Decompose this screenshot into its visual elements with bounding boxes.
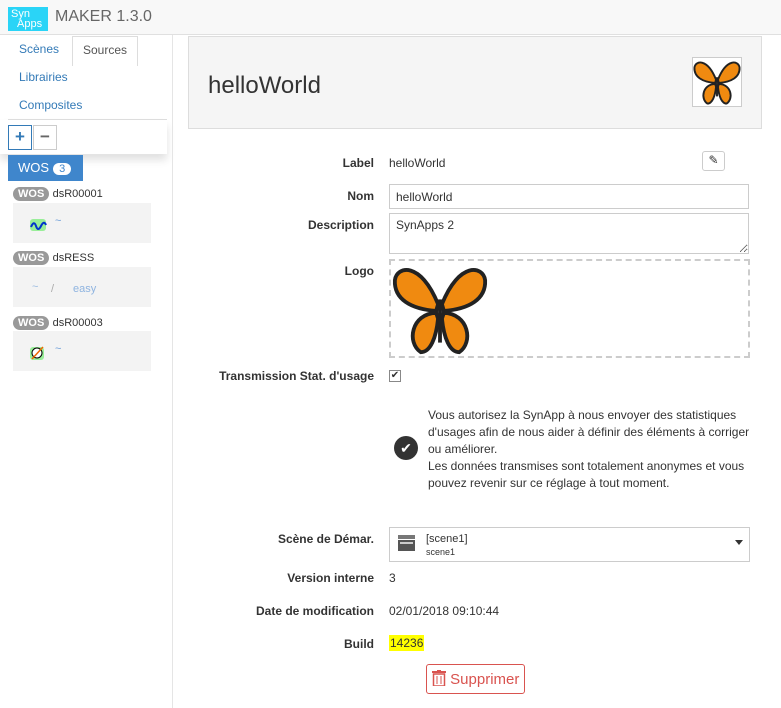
- chevron-down-icon: [735, 540, 743, 545]
- build-value: 14236: [389, 635, 425, 651]
- group-label: WOS: [18, 160, 50, 175]
- gauge-icon: [30, 346, 44, 360]
- nom-input[interactable]: [389, 184, 749, 209]
- source-header[interactable]: WOS dsRESS: [13, 250, 95, 265]
- top-bar: Syn Apps MAKER 1.3.0: [0, 0, 781, 35]
- tab-librairies[interactable]: Librairies: [19, 70, 68, 84]
- date-value: 02/01/2018 09:10:44: [389, 604, 500, 618]
- butterfly-icon: [693, 61, 741, 105]
- label-value: helloWorld: [389, 156, 446, 170]
- scene-label: Scène de Démar.: [277, 532, 374, 546]
- add-button[interactable]: +: [8, 125, 32, 150]
- version-label: Version interne: [287, 571, 374, 585]
- logo-dropzone[interactable]: [389, 259, 750, 358]
- separator: /: [51, 283, 55, 295]
- source-header[interactable]: WOS dsR00003: [13, 315, 103, 330]
- build-label: Build: [344, 637, 374, 651]
- logo-label: Logo: [344, 264, 374, 278]
- wave-icon: [30, 219, 47, 231]
- scene-title: [scene1]: [426, 533, 468, 545]
- scene-subtitle: scene1: [426, 547, 456, 557]
- nom-label: Nom: [347, 189, 374, 203]
- transmission-label: Transmission Stat. d'usage: [219, 369, 374, 383]
- wos-group-button[interactable]: WOS 3: [8, 155, 83, 181]
- tab-composites[interactable]: Composites: [19, 98, 82, 112]
- tab-sources[interactable]: Sources: [72, 36, 138, 66]
- source-card[interactable]: ~: [13, 203, 151, 243]
- scene-select[interactable]: [scene1] scene1: [389, 527, 750, 562]
- source-detail: ~: [55, 215, 62, 227]
- info-line: ou améliorer.: [428, 442, 498, 456]
- info-line: Les données transmises sont totalement a…: [428, 459, 745, 473]
- divider: [172, 35, 173, 708]
- source-detail: ~: [55, 343, 62, 355]
- info-line: Vous autorisez la SynApp à nous envoyer …: [428, 408, 737, 422]
- transmission-checkbox[interactable]: ✔: [389, 370, 401, 382]
- label-label: Label: [342, 156, 374, 170]
- synapps-logo: Syn Apps: [8, 7, 48, 31]
- source-name: dsRESS: [52, 252, 95, 264]
- delete-label: Supprimer: [450, 671, 520, 688]
- info-line: pouvez revenir sur ce réglage à tout mom…: [428, 476, 670, 490]
- logo-text-2: Apps: [17, 18, 43, 30]
- divider: [8, 119, 167, 120]
- logo-thumbnail: [692, 57, 742, 107]
- description-textarea[interactable]: SynApps 2: [389, 213, 749, 254]
- trash-icon: [432, 670, 446, 687]
- check-circle-icon: ✔: [394, 436, 418, 460]
- source-extra: easy: [73, 283, 97, 295]
- app-title: MAKER 1.3.0: [55, 8, 152, 25]
- source-name: dsR00001: [52, 188, 103, 200]
- count-badge: 3: [53, 163, 72, 175]
- delete-button[interactable]: Supprimer: [426, 664, 525, 694]
- source-name: dsR00003: [52, 317, 103, 329]
- wos-tag: WOS: [13, 316, 50, 330]
- page-title: helloWorld: [208, 72, 321, 99]
- butterfly-logo-image: [392, 268, 488, 355]
- tab-scenes[interactable]: Scènes: [19, 42, 59, 56]
- info-line: d'usages afin de nous aider à définir de…: [428, 425, 750, 439]
- description-label: Description: [307, 218, 374, 232]
- date-label: Date de modification: [255, 604, 374, 618]
- clapperboard-icon: [398, 535, 415, 551]
- edit-icon: ✎: [708, 153, 719, 167]
- wos-tag: WOS: [13, 251, 50, 265]
- source-card[interactable]: ~ / easy: [13, 267, 151, 307]
- source-detail: ~: [32, 281, 39, 293]
- version-value: 3: [389, 571, 396, 585]
- remove-button[interactable]: −: [33, 125, 57, 150]
- info-text: Vous autorisez la SynApp à nous envoyer …: [428, 407, 758, 492]
- source-card[interactable]: ~: [13, 331, 151, 371]
- source-header[interactable]: WOS dsR00001: [13, 186, 103, 201]
- wos-tag: WOS: [13, 187, 50, 201]
- edit-label-button[interactable]: ✎: [702, 151, 725, 171]
